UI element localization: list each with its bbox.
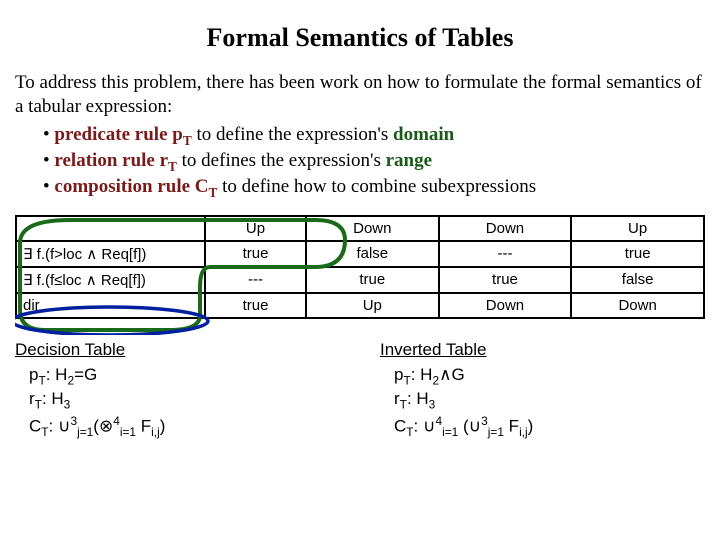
table-header-row: Up Down Down Up: [16, 216, 704, 241]
hdr-cell: Down: [439, 216, 572, 241]
decision-rT: rT: H3: [29, 388, 340, 412]
hdr-cell: Up: [571, 216, 704, 241]
decision-table-col: Decision Table pT: H2=G rT: H3 CT: ∪3j=1…: [15, 339, 340, 440]
cell: true: [205, 293, 306, 318]
bullet-predicate: • predicate rule pT to define the expres…: [43, 123, 705, 149]
inverted-table-col: Inverted Table pT: H2∧G rT: H3 CT: ∪4i=1…: [380, 339, 705, 440]
cell: false: [571, 267, 704, 293]
bullet-list: • predicate rule pT to define the expres…: [43, 123, 705, 201]
table-row: ∃ f.(f>loc ∧ Req[f]) true false --- true: [16, 241, 704, 267]
corner-cell: [16, 216, 205, 241]
inverted-head: Inverted Table: [380, 339, 705, 362]
row-label: dir: [16, 293, 205, 318]
row-label: ∃ f.(f≤loc ∧ Req[f]): [16, 267, 205, 293]
decision-pT: pT: H2=G: [29, 364, 340, 388]
row-label: ∃ f.(f>loc ∧ Req[f]): [16, 241, 205, 267]
inverted-pT: pT: H2∧G: [394, 364, 705, 388]
page-title: Formal Semantics of Tables: [15, 23, 705, 53]
hdr-cell: Down: [306, 216, 439, 241]
table-wrap: Up Down Down Up ∃ f.(f>loc ∧ Req[f]) tru…: [15, 215, 705, 319]
bottom-columns: Decision Table pT: H2=G rT: H3 CT: ∪3j=1…: [15, 339, 705, 440]
cell: ---: [439, 241, 572, 267]
cell: true: [439, 267, 572, 293]
table-row: dir true Up Down Down: [16, 293, 704, 318]
hdr-cell: Up: [205, 216, 306, 241]
bullet-composition: • composition rule CT to define how to c…: [43, 175, 705, 201]
cell: true: [571, 241, 704, 267]
cell: Up: [306, 293, 439, 318]
cell: Down: [571, 293, 704, 318]
inverted-rT: rT: H3: [394, 388, 705, 412]
cell: true: [205, 241, 306, 267]
decision-head: Decision Table: [15, 339, 340, 362]
cell: ---: [205, 267, 306, 293]
semantics-table: Up Down Down Up ∃ f.(f>loc ∧ Req[f]) tru…: [15, 215, 705, 319]
decision-cT: CT: ∪3j=1(⊗4i=1 Fi,j): [29, 413, 340, 440]
cell: Down: [439, 293, 572, 318]
cell: true: [306, 267, 439, 293]
intro-text: To address this problem, there has been …: [15, 71, 705, 119]
inverted-cT: CT: ∪4i=1 (∪3j=1 Fi,j): [394, 413, 705, 440]
cell: false: [306, 241, 439, 267]
bullet-relation: • relation rule rT to defines the expres…: [43, 149, 705, 175]
table-row: ∃ f.(f≤loc ∧ Req[f]) --- true true false: [16, 267, 704, 293]
